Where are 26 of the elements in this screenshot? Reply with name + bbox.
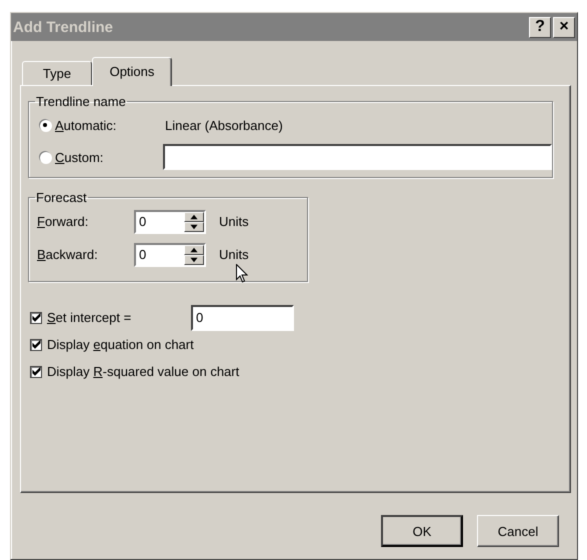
- unit-label: Units: [219, 247, 249, 262]
- field-label: Backward:: [37, 247, 99, 262]
- checkbox-label[interactable]: Display equation on chart: [47, 337, 194, 352]
- tab[interactable]: Options: [92, 57, 172, 86]
- input-field[interactable]: 0: [191, 304, 294, 330]
- dialog-button[interactable]: OK: [381, 515, 463, 547]
- dialog-button[interactable]: Cancel: [477, 515, 559, 547]
- checkbox[interactable]: [30, 312, 42, 324]
- radio-label[interactable]: Custom:: [55, 150, 163, 164]
- group-title: Trendline name: [35, 94, 127, 109]
- checkbox-label[interactable]: Display R-squared value on chart: [47, 364, 240, 379]
- field-label: Forward:: [37, 214, 90, 229]
- mouse-pointer-icon: [236, 264, 248, 283]
- group-title: Forecast: [35, 190, 88, 205]
- checkbox[interactable]: [30, 338, 42, 350]
- unit-label: Units: [219, 214, 249, 229]
- window-title: Add Trendline: [12, 18, 114, 36]
- checkbox[interactable]: [30, 366, 42, 378]
- checkbox-label[interactable]: Set intercept =: [47, 310, 191, 325]
- input-field[interactable]: [163, 144, 552, 170]
- trendline-name-text: Linear (Absorbance): [165, 118, 283, 132]
- close-button[interactable]: ×: [553, 16, 575, 38]
- help-button[interactable]: ?: [529, 16, 551, 38]
- radio-button[interactable]: [39, 151, 51, 163]
- radio-label[interactable]: Automatic:: [55, 118, 163, 132]
- radio-button[interactable]: [39, 119, 51, 131]
